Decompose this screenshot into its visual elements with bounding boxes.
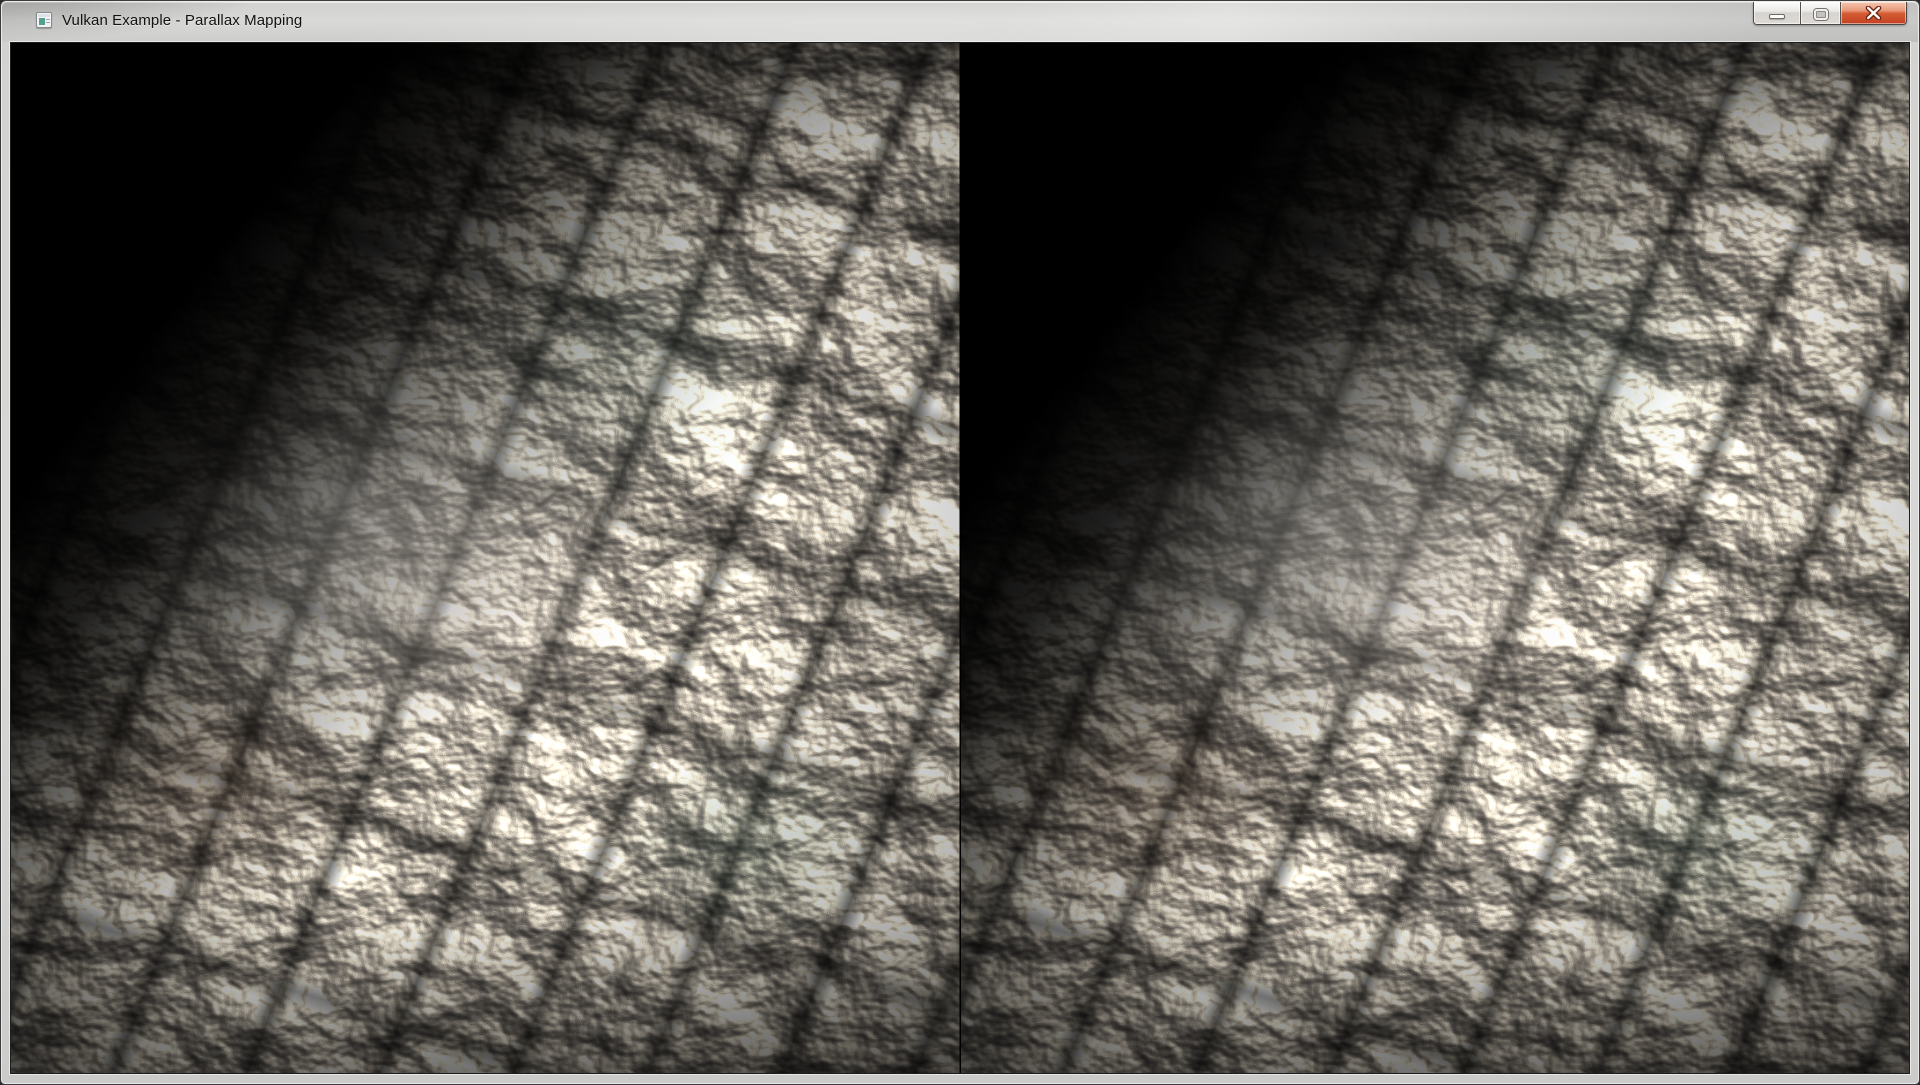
app-window: Vulkan Example - Parallax Mapping	[0, 0, 1920, 1085]
render-pane-left[interactable]	[11, 43, 960, 1073]
app-icon-line	[46, 19, 50, 20]
minimize-icon	[1769, 14, 1785, 19]
window-title: Vulkan Example - Parallax Mapping	[62, 12, 302, 29]
application-icon[interactable]	[36, 12, 52, 28]
maximize-icon	[1814, 9, 1828, 20]
close-button[interactable]	[1840, 2, 1906, 24]
window-controls	[1753, 2, 1907, 25]
stone-wall-texture	[961, 43, 1910, 1073]
titlebar-row: Vulkan Example - Parallax Mapping	[2, 6, 1918, 34]
titlebar[interactable]: Vulkan Example - Parallax Mapping	[2, 2, 1918, 42]
render-pane-right[interactable]	[960, 43, 1910, 1073]
maximize-button[interactable]	[1800, 2, 1840, 24]
app-icon-teal-pane	[39, 18, 45, 25]
app-icon-titlebar-stripe	[38, 14, 50, 17]
close-icon	[1865, 6, 1882, 20]
app-icon-line	[46, 22, 50, 23]
stone-wall-texture	[11, 43, 960, 1073]
render-area	[10, 42, 1910, 1074]
minimize-button[interactable]	[1754, 2, 1800, 24]
